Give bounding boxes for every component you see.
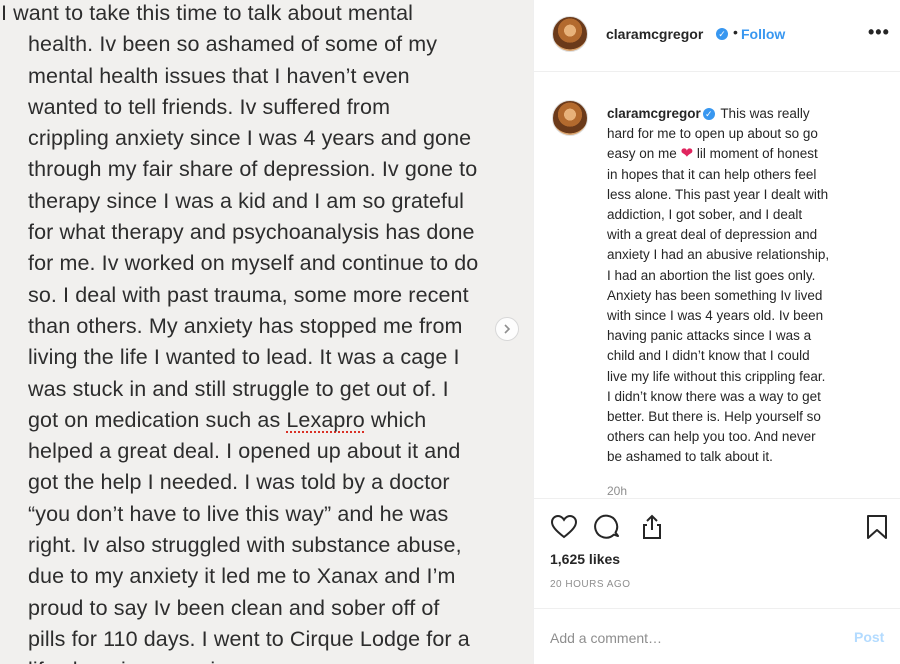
notes-line: living the life I wanted to lead. It was… [28,345,460,370]
notes-line: was stuck in and still struggle to get o… [28,376,449,401]
notes-line: through my fair share of depression. Iv … [28,157,478,182]
avatar[interactable] [552,16,588,52]
caption-line: Anxiety has been something Iv lived [607,287,823,303]
post-header: claramcgregor ✓ • Follow ••• [534,0,900,72]
comment-icon[interactable] [594,513,622,541]
more-options-button[interactable]: ••• [868,22,890,43]
avatar[interactable] [552,100,588,136]
caption-line: child and I didn’t know that I could [607,348,810,364]
notes-line: helped a great deal. I opened up about i… [28,439,461,464]
chevron-right-icon [502,321,512,337]
caption-line: I had an abortion the list goes only. [607,267,816,283]
caption-line: live my life without this crippling fear… [607,368,826,384]
caption-line-with-emoji: easy on me ❤ lil moment of honest [607,144,879,164]
caption-section: claramcgregor ✓ This was really hard for … [534,72,900,498]
post-comment-button[interactable]: Post [854,629,884,645]
instagram-post-view: I want to take this time to talk about m… [0,0,900,664]
notes-line: “you don’t have to live this way” and he… [28,501,449,526]
notes-segment: which [364,407,427,432]
post-image[interactable]: I want to take this time to talk about m… [0,0,533,664]
caption-line: in hopes that it can help others feel [607,166,817,182]
caption-line: addiction, I got sober, and I dealt [607,207,803,223]
notes-line: health. Iv been so ashamed of some of my [28,32,438,57]
comment-input[interactable] [550,627,830,649]
caption-timestamp[interactable]: 20h [607,484,627,498]
notes-line: got the help I needed. I was told by a d… [28,470,450,495]
caption-line: I didn’t know there was a way to get [607,388,821,404]
caption-line: anxiety I had an abusive relationship, [607,247,830,263]
notes-line: crippling anxiety since I was 4 years an… [28,126,472,151]
post-side-panel: claramcgregor ✓ • Follow ••• claramcgreg… [533,0,900,664]
misspelled-word: Lexapro [286,407,365,432]
separator-dot: • [733,24,738,40]
notes-text: I want to take this time to talk about m… [1,0,528,664]
next-image-button[interactable] [495,317,519,341]
notes-line: for me. Iv worked on myself and continue… [28,251,479,276]
share-icon[interactable] [638,513,666,541]
caption-line: with a great deal of depression and [607,227,818,243]
post-timestamp[interactable]: 20 HOURS AGO [550,579,630,590]
notes-line: mental health issues that I haven’t even [28,63,410,88]
follow-button[interactable]: Follow [741,26,785,42]
notes-line: wanted to tell friends. Iv suffered from [28,94,391,119]
notes-line: I want to take this time to talk about m… [1,1,414,25]
notes-line: life changing experience [28,655,528,664]
header-username[interactable]: claramcgregor [606,26,703,42]
post-actions: 1,625 likes 20 HOURS AGO [534,498,900,608]
heart-icon[interactable] [550,513,578,541]
caption-text: claramcgregor ✓ This was really hard for … [607,104,879,468]
notes-line: proud to say Iv been clean and sober off… [28,595,440,620]
caption-line: with since I was 4 years old. Iv been [607,308,824,324]
caption-line: others can help you too. And never [607,429,816,445]
bookmark-icon[interactable] [863,513,891,541]
notes-line-with-misspelling: got on medication such as Lexapro which [28,405,528,436]
notes-line: than others. My anxiety has stopped me f… [28,313,463,338]
red-heart-emoji-icon: ❤ [680,145,694,163]
verified-badge-icon: ✓ [702,108,715,120]
caption-line: be ashamed to talk about it. [607,449,773,465]
comment-form: Post [534,608,900,664]
caption-segment: easy on me [607,146,677,162]
caption-line: hard for me to open up about so go [607,126,818,142]
notes-line: right. Iv also struggled with substance … [28,533,462,558]
notes-line: pills for 110 days. I went to Cirque Lod… [28,626,470,651]
notes-line: therapy since I was a kid and I am so gr… [28,188,465,213]
notes-line: for what therapy and psychoanalysis has … [28,220,475,245]
caption-line: having panic attacks since I was a [607,328,812,344]
caption-line: less alone. This past year I dealt with [607,186,829,202]
caption-line: This was really [720,106,810,121]
notes-segment: got on medication such as [28,407,287,432]
caption-first-line: claramcgregor ✓ This was really [607,104,879,124]
caption-line: better. But there is. Help yourself so [607,409,821,425]
caption-segment: lil moment of honest [696,146,818,162]
likes-count[interactable]: 1,625 likes [550,551,620,567]
notes-line: due to my anxiety it led me to Xanax and… [28,564,456,589]
verified-badge-icon: ✓ [716,28,728,40]
notes-line: so. I deal with past trauma, some more r… [28,282,469,307]
caption-username[interactable]: claramcgregor [607,106,701,121]
